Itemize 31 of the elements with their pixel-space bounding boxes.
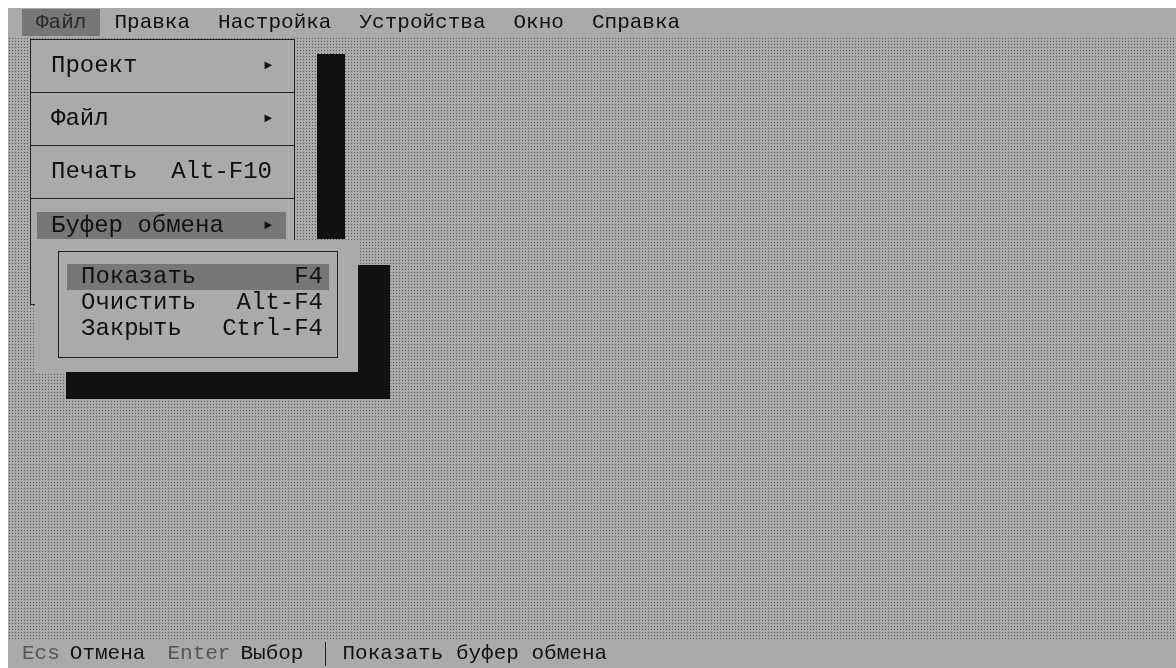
submenu-item-label: Закрыть: [81, 316, 182, 342]
shortcut-label: Alt-F4: [236, 290, 323, 316]
submenu-item[interactable]: Очистить Alt-F4: [67, 290, 329, 316]
menu-item[interactable]: Файл ►: [37, 105, 286, 133]
menubar-item[interactable]: Справка: [577, 9, 695, 36]
status-message: Показать буфер обмена: [342, 641, 608, 668]
menu-item-label: Проект: [51, 51, 138, 81]
submenu-item-label: Очистить: [81, 290, 197, 316]
shortcut-label: Ctrl-F4: [222, 316, 323, 342]
hint-label: Отмена: [69, 641, 146, 668]
menubar-item[interactable]: Правка: [100, 9, 205, 36]
menu-item-label: Буфер обмена: [51, 210, 224, 241]
shortcut-label: F4: [294, 264, 323, 290]
menu-item-label: Файл: [51, 104, 109, 134]
hint-label: Выбор: [240, 641, 304, 668]
submenu-arrow: ►: [264, 216, 272, 235]
submenu-item[interactable]: Закрыть Ctrl-F4: [67, 316, 329, 342]
menubar-item[interactable]: Настройка: [204, 9, 346, 36]
menu-item[interactable]: Проект ►: [37, 52, 286, 80]
menubar-item[interactable]: Устройства: [345, 9, 500, 36]
submenu-item-label: Показать: [81, 264, 197, 290]
submenu-arrow: ►: [264, 57, 272, 76]
menu-item[interactable]: Буфер обмена ►: [37, 212, 286, 239]
submenu-arrow: ►: [264, 110, 272, 129]
menu-item[interactable]: Печать Alt-F10: [37, 158, 286, 186]
key-hint: Ecs: [22, 641, 60, 668]
key-hint: Enter: [167, 641, 231, 668]
menu-item-label: Печать: [51, 157, 138, 187]
shortcut-label: Alt-F10: [171, 157, 272, 187]
menubar-item[interactable]: Окно: [499, 9, 578, 36]
submenu-item[interactable]: Показать F4: [67, 264, 329, 290]
